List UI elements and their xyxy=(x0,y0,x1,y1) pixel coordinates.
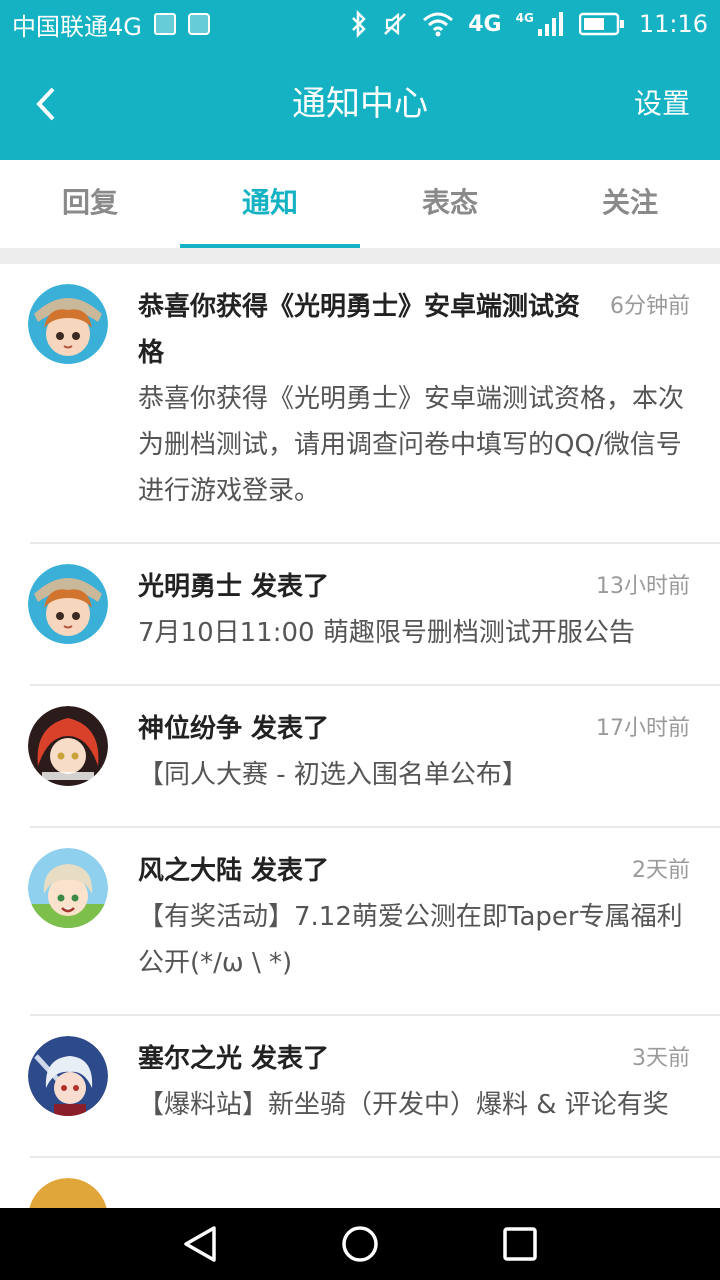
back-button[interactable] xyxy=(26,84,66,124)
signal-icon xyxy=(537,12,563,36)
saier-avatar-icon xyxy=(28,1036,108,1116)
status-bar: 中国联通4G 4G 4G 11:16 xyxy=(0,0,720,48)
network-type: 4G xyxy=(468,11,502,37)
partial-avatar-icon xyxy=(29,1178,107,1208)
signal-group: 4G xyxy=(516,11,565,37)
notification-content: 恭喜你获得《光明勇士》安卓端测试资格，本次为删档测试，请用调查问卷中填写的QQ/… xyxy=(138,384,685,506)
status-left: 中国联通4G xyxy=(12,7,210,42)
list-item-partial[interactable] xyxy=(28,1158,720,1208)
avatar[interactable] xyxy=(28,706,108,786)
notification-time: 2天前 xyxy=(632,858,690,883)
notification-list: 恭喜你获得《光明勇士》安卓端测试资格 6分钟前 恭喜你获得《光明勇士》安卓端测试… xyxy=(0,264,720,1208)
network-type-small: 4G xyxy=(515,11,534,25)
notification-title: 风之大陆 发表了 xyxy=(138,856,330,886)
avatar[interactable] xyxy=(28,1036,108,1116)
battery-icon xyxy=(578,12,624,36)
list-item[interactable]: 神位纷争 发表了 17小时前 【同人大赛 - 初选入围名单公布】 xyxy=(28,686,720,828)
notification-title: 光明勇士 发表了 xyxy=(138,572,330,602)
tab-follow[interactable]: 关注 xyxy=(540,160,720,248)
app-bar: 通知中心 设置 xyxy=(0,48,720,160)
avatar[interactable] xyxy=(28,284,108,364)
notification-content: 【同人大赛 - 初选入围名单公布】 xyxy=(138,760,528,790)
home-circle-icon xyxy=(342,1226,378,1262)
avatar[interactable] xyxy=(28,1178,108,1208)
notification-time: 13小时前 xyxy=(596,574,690,599)
system-nav-bar xyxy=(0,1208,720,1280)
page-title: 通知中心 xyxy=(292,84,428,124)
list-item[interactable]: 塞尔之光 发表了 3天前 【爆料站】新坐骑（开发中）爆料 & 评论有奖 xyxy=(28,1016,720,1158)
tab-notifications[interactable]: 通知 xyxy=(180,160,360,248)
nav-home-button[interactable] xyxy=(280,1208,440,1280)
carrier-name: 中国联通4G xyxy=(12,12,142,41)
tab-reply[interactable]: 回复 xyxy=(0,160,180,248)
notification-title: 塞尔之光 发表了 xyxy=(138,1044,330,1074)
tabs-divider xyxy=(0,248,720,264)
notification-content: 【爆料站】新坐骑（开发中）爆料 & 评论有奖 xyxy=(138,1090,669,1120)
avatar[interactable] xyxy=(28,564,108,644)
notification-content: 7月10日11:00 萌趣限号删档测试开服公告 xyxy=(138,618,635,648)
guangming-avatar-icon xyxy=(28,564,108,644)
nav-back-button[interactable] xyxy=(120,1208,280,1280)
tab-reactions[interactable]: 表态 xyxy=(360,160,540,248)
notification-time: 17小时前 xyxy=(596,716,690,741)
clock: 11:16 xyxy=(638,10,708,38)
settings-button[interactable]: 设置 xyxy=(634,48,690,160)
recents-square-icon xyxy=(503,1227,537,1261)
notification-content: 【有奖活动】7.12萌爱公测在即Taper专属福利公开(*/ω \ *) xyxy=(138,902,683,978)
avatar[interactable] xyxy=(28,848,108,928)
bluetooth-icon xyxy=(352,10,367,38)
nav-recents-button[interactable] xyxy=(440,1208,600,1280)
wifi-icon xyxy=(423,12,454,37)
notification-time: 6分钟前 xyxy=(610,294,690,319)
list-item[interactable]: 光明勇士 发表了 13小时前 7月10日11:00 萌趣限号删档测试开服公告 xyxy=(28,544,720,686)
app-icon xyxy=(187,13,210,35)
tab-bar: 回复 通知 表态 关注 xyxy=(0,160,720,248)
list-item[interactable]: 风之大陆 发表了 2天前 【有奖活动】7.12萌爱公测在即Taper专属福利公开… xyxy=(28,828,720,1016)
notification-title: 恭喜你获得《光明勇士》安卓端测试资格 xyxy=(138,292,581,368)
back-triangle-icon xyxy=(184,1226,216,1262)
fengzhi-avatar-icon xyxy=(28,848,108,928)
guangming-avatar-icon xyxy=(28,284,108,364)
mute-icon xyxy=(384,12,407,36)
image-icon xyxy=(153,13,176,35)
shenwei-avatar-icon xyxy=(28,706,108,786)
status-right: 4G 4G 11:16 xyxy=(350,10,708,38)
notification-title: 神位纷争 发表了 xyxy=(138,714,330,744)
back-arrow-icon xyxy=(36,87,55,121)
list-item[interactable]: 恭喜你获得《光明勇士》安卓端测试资格 6分钟前 恭喜你获得《光明勇士》安卓端测试… xyxy=(28,264,720,544)
notification-time: 3天前 xyxy=(632,1046,690,1071)
